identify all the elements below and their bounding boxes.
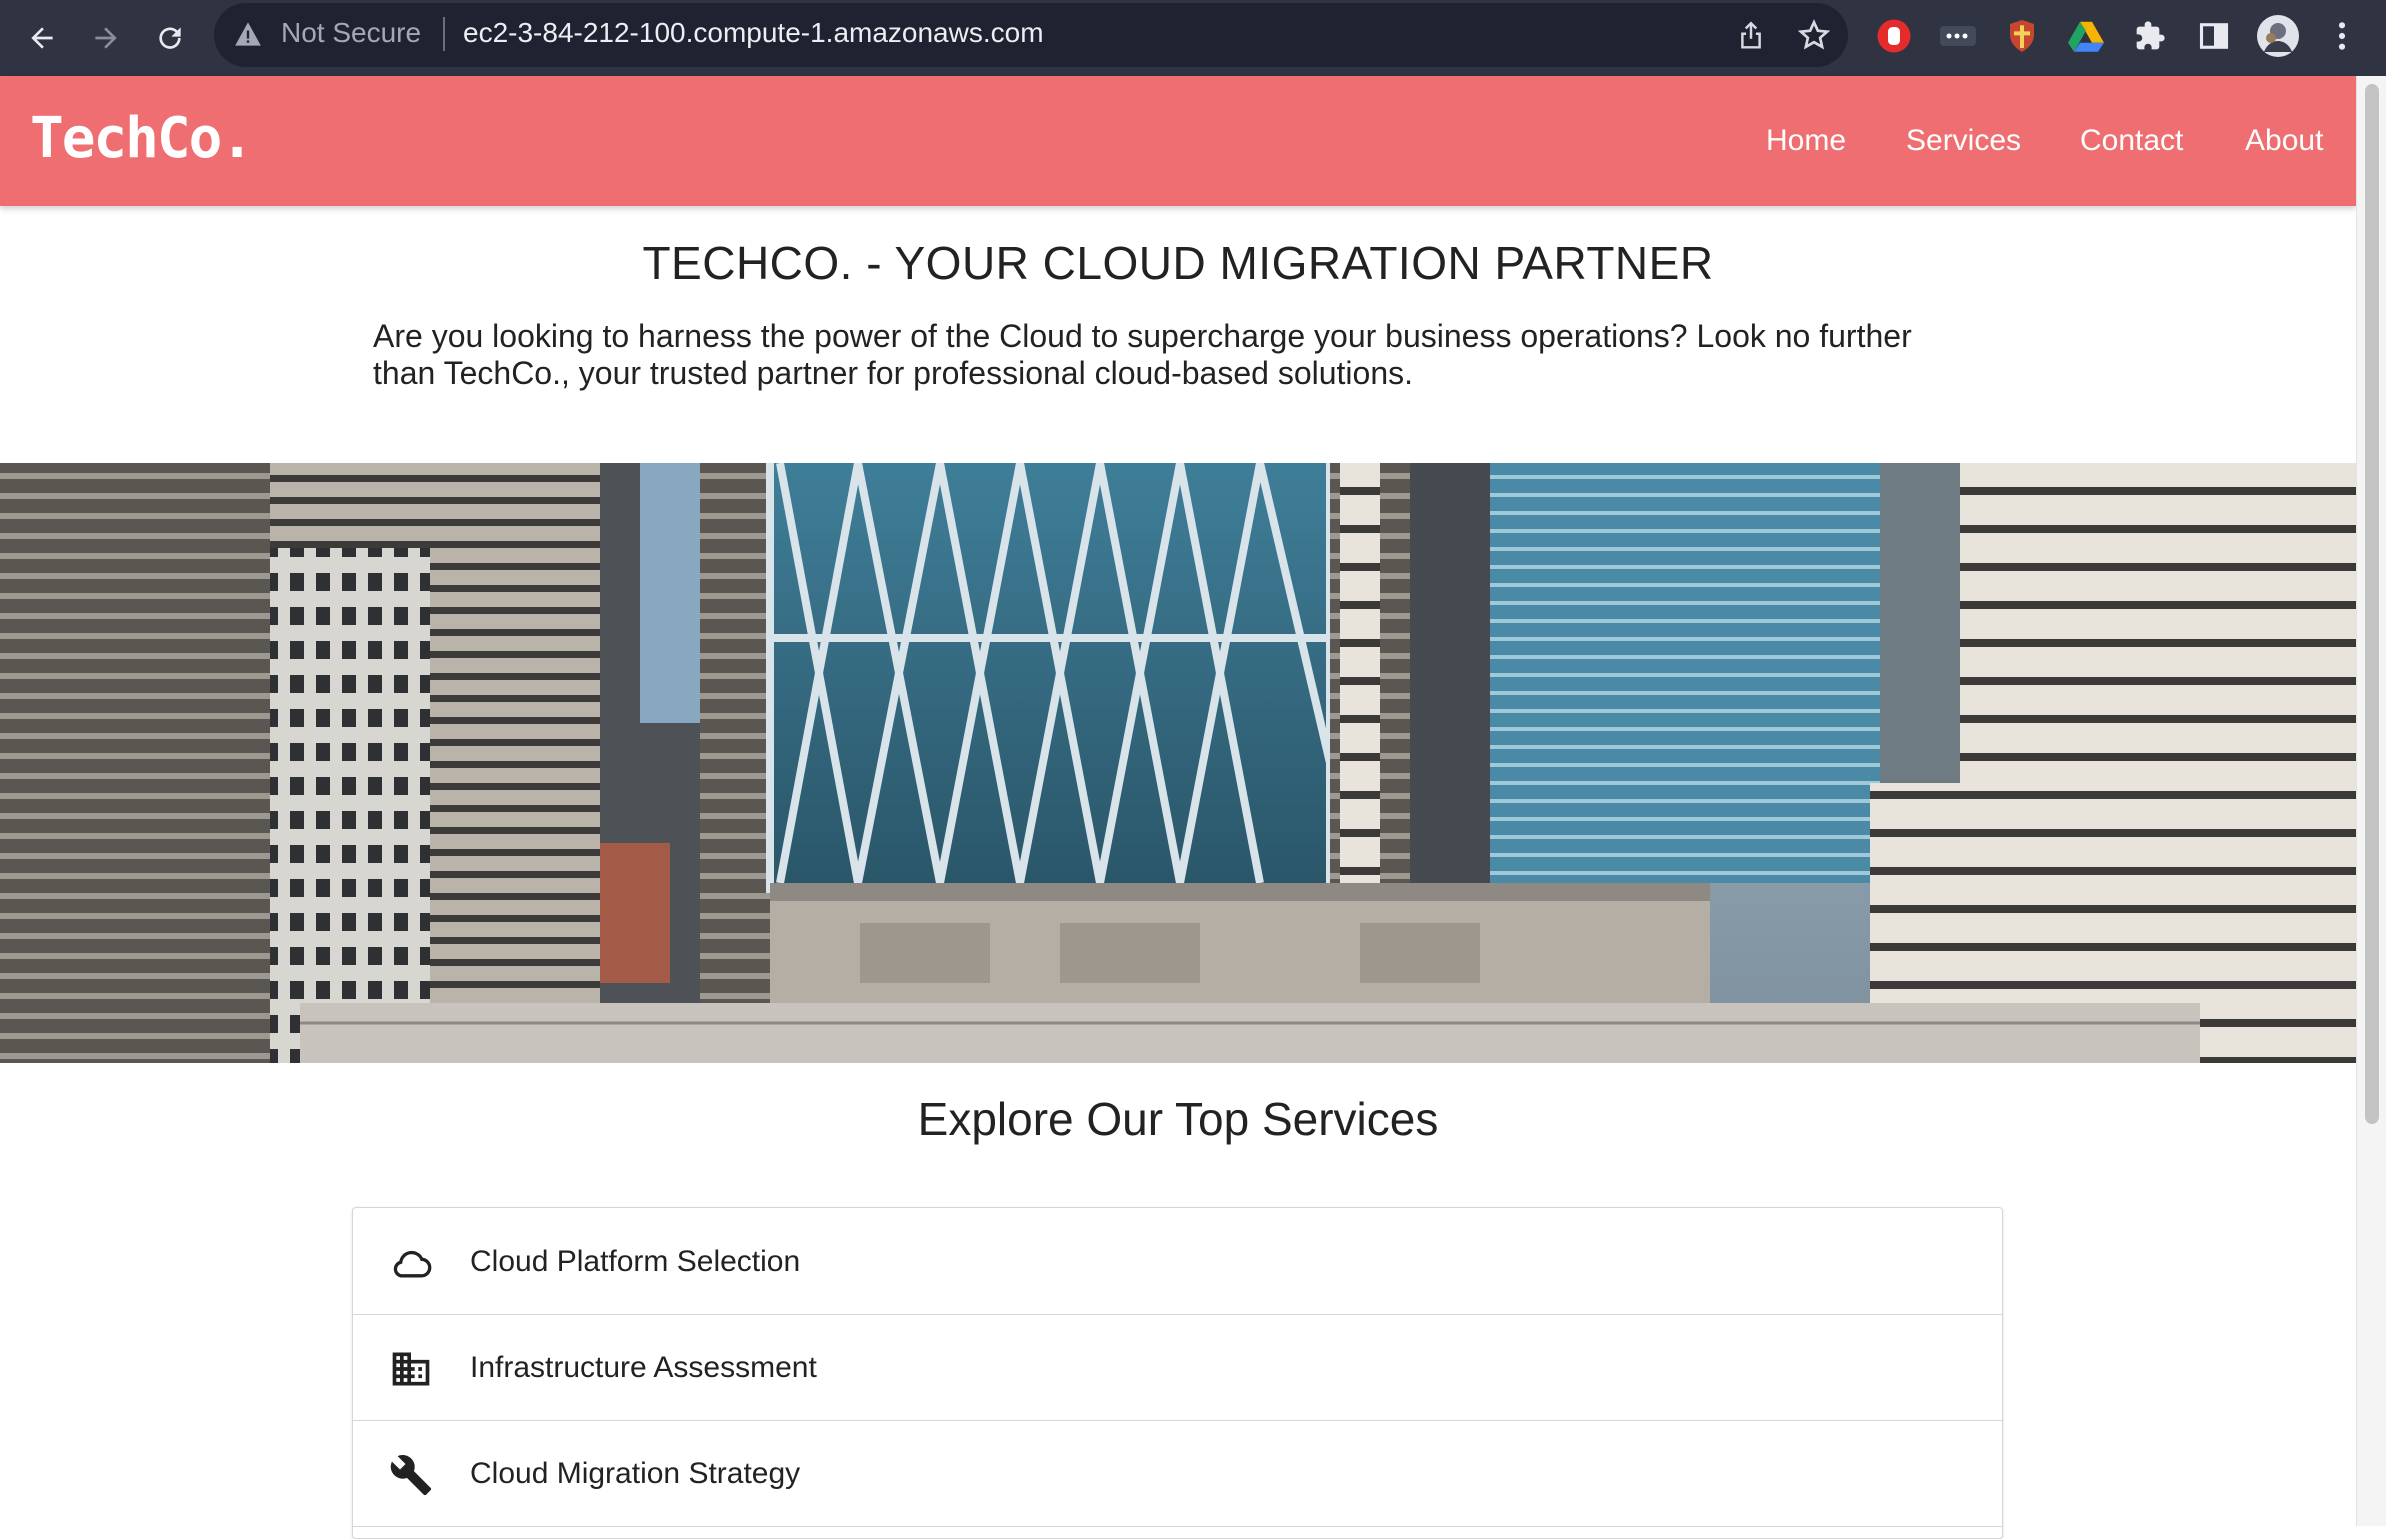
menu-icon[interactable] [2320, 14, 2364, 58]
back-icon[interactable] [18, 14, 66, 62]
cloud-icon [389, 1241, 433, 1285]
building-icon [389, 1347, 433, 1391]
city-skyline-image [0, 463, 2356, 1063]
nav-contact[interactable]: Contact [2080, 124, 2183, 158]
service-item-cloud-platform-selection[interactable]: Cloud Platform Selection [353, 1208, 2002, 1315]
address-bar[interactable]: Not Secure ec2-3-84-212-100.compute-1.am… [214, 3, 1848, 67]
service-list: Cloud Platform Selection Infrastructure … [352, 1207, 2003, 1539]
sidepanel-icon[interactable] [2192, 14, 2236, 58]
forward-icon[interactable] [82, 14, 130, 62]
security-status[interactable]: Not Secure [281, 17, 421, 49]
service-label: Infrastructure Assessment [470, 1351, 817, 1384]
reload-icon[interactable] [146, 14, 194, 62]
wrench-icon [389, 1453, 433, 1497]
service-label: Cloud Migration Strategy [470, 1457, 801, 1490]
drive-icon[interactable] [2064, 14, 2108, 58]
nav-services[interactable]: Services [1906, 124, 2021, 158]
star-icon[interactable] [1797, 19, 1831, 56]
scrollbar-thumb[interactable] [2365, 84, 2379, 1124]
service-label: Cloud Platform Selection [470, 1245, 801, 1278]
hero-title: TECHCO. - YOUR CLOUD MIGRATION PARTNER [642, 237, 1714, 289]
nav-about[interactable]: About [2245, 124, 2323, 158]
share-icon[interactable] [1736, 19, 1766, 56]
hero-description: Are you looking to harness the power of … [373, 318, 1912, 391]
nav-home[interactable]: Home [1766, 124, 1846, 158]
puzzle-icon[interactable] [2128, 14, 2172, 58]
services-heading: Explore Our Top Services [917, 1093, 1439, 1145]
site-header: TechCo. Home Services Contact About [0, 76, 2356, 206]
site-logo[interactable]: TechCo. [30, 106, 254, 171]
page-scrollbar[interactable] [2356, 76, 2386, 1526]
shield-extension-icon[interactable] [2000, 14, 2044, 58]
stop-hand-icon[interactable] [1872, 14, 1916, 58]
more-dots-icon[interactable] [1936, 14, 1980, 58]
warning-icon [234, 21, 262, 52]
avatar[interactable] [2256, 14, 2300, 58]
divider [443, 17, 445, 51]
url-text[interactable]: ec2-3-84-212-100.compute-1.amazonaws.com [463, 17, 1044, 49]
service-item-cloud-migration-strategy[interactable]: Cloud Migration Strategy [353, 1420, 2002, 1527]
browser-toolbar: Not Secure ec2-3-84-212-100.compute-1.am… [0, 0, 2386, 76]
service-item-infrastructure-assessment[interactable]: Infrastructure Assessment [353, 1314, 2002, 1421]
